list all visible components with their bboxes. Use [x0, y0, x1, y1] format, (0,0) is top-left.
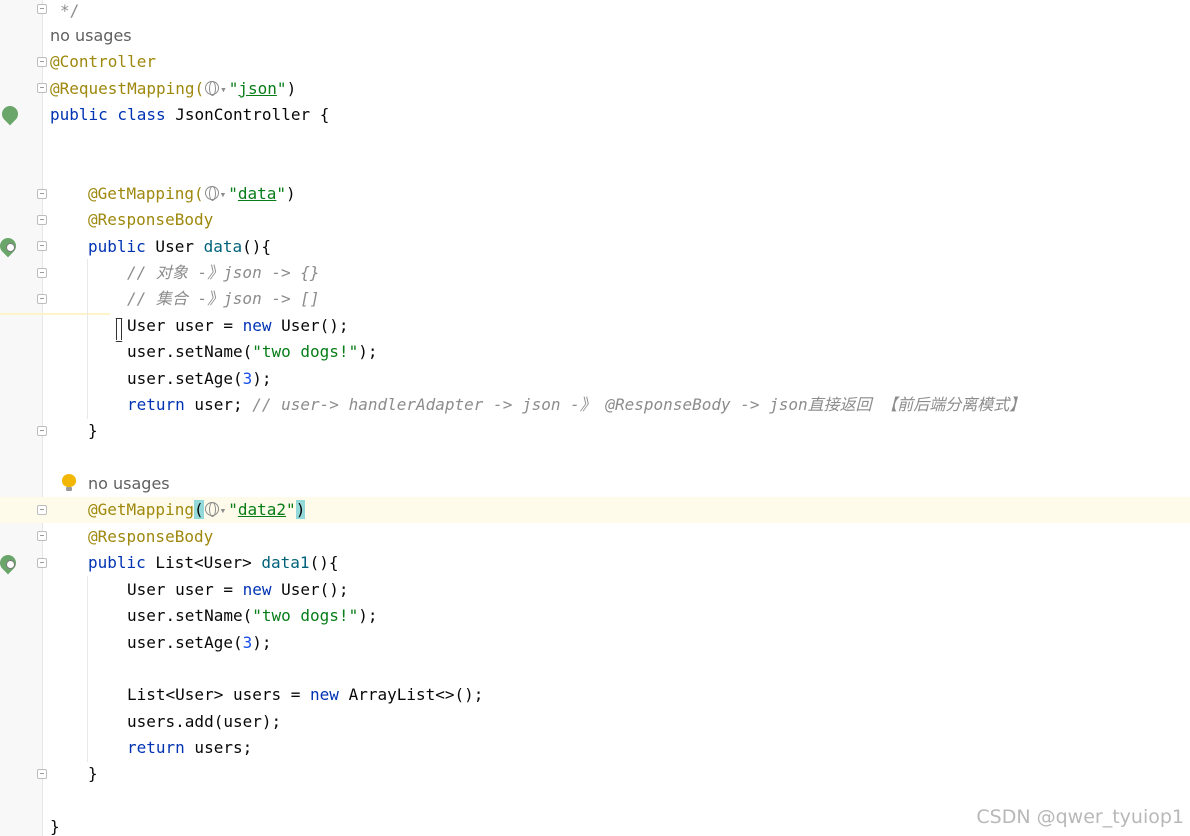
code-statement: User user = new User();	[127, 580, 349, 599]
code-line: @GetMapping(▾ "data2")	[0, 497, 1190, 523]
code-line: }	[0, 418, 1190, 444]
get-mapping-line: @GetMapping(▾ "data")	[88, 183, 296, 206]
closing-brace: }	[88, 764, 98, 783]
get-mapping-path[interactable]: data	[238, 184, 277, 203]
globe-icon[interactable]	[204, 502, 219, 517]
request-mapping-path[interactable]: json	[238, 79, 277, 98]
chevron-down-icon[interactable]: ▾	[220, 79, 227, 101]
get-mapping-path[interactable]: data2	[238, 500, 286, 519]
code-line: no usages	[0, 23, 1190, 49]
chevron-down-icon[interactable]: ▾	[220, 500, 227, 522]
code-line: // 集合 -》json -> []	[0, 286, 1190, 312]
annotation-response-body: @ResponseBody	[88, 527, 214, 546]
code-statement: User user = new User();	[127, 316, 349, 335]
code-line: User user = new User();	[0, 313, 1190, 339]
code-comment: // 集合 -》json -> []	[127, 289, 320, 308]
code-line: @Controller	[0, 49, 1190, 75]
chevron-down-icon[interactable]: ▾	[220, 184, 227, 206]
code-statement: users.add(user);	[127, 712, 282, 731]
code-line: @RequestMapping(▾ "json")	[0, 76, 1190, 102]
code-line: return user; // user-> handlerAdapter ->…	[0, 392, 1190, 418]
code-line: */	[0, 0, 1190, 24]
annotation-request-mapping: @RequestMapping(	[50, 79, 205, 98]
code-statement: user.setName("two dogs!");	[127, 342, 378, 361]
method-signature: public List<User> data1(){	[88, 553, 339, 572]
code-line: @GetMapping(▾ "data")	[0, 181, 1190, 207]
code-statement: user.setName("two dogs!");	[127, 606, 378, 625]
method-signature: public User data(){	[88, 237, 272, 256]
request-mapping-line: @RequestMapping(▾ "json")	[50, 78, 296, 101]
code-statement: user.setAge(3);	[127, 633, 272, 652]
code-line: return users;	[0, 735, 1190, 761]
code-line: @ResponseBody	[0, 207, 1190, 233]
code-line: user.setAge(3);	[0, 366, 1190, 392]
code-line: user.setAge(3);	[0, 630, 1190, 656]
code-statement: user.setAge(3);	[127, 369, 272, 388]
code-line: public User data(){	[0, 234, 1190, 260]
code-statement: List<User> users = new ArrayList<>();	[127, 685, 484, 704]
class-declaration: public class JsonController {	[50, 105, 330, 124]
code-line: }	[0, 761, 1190, 787]
code-line: no usages	[0, 471, 1190, 497]
closing-brace: }	[88, 421, 98, 440]
code-line: users.add(user);	[0, 709, 1190, 735]
globe-icon[interactable]	[204, 186, 219, 201]
usages-hint[interactable]: no usages	[88, 473, 170, 495]
class-closing-brace: }	[50, 817, 60, 836]
comment-end: */	[60, 1, 80, 20]
watermark: CSDN @qwer_tyuiop1	[976, 806, 1184, 828]
annotation-controller: @Controller	[50, 52, 156, 71]
code-statement: return user; // user-> handlerAdapter ->…	[127, 395, 1026, 414]
code-line: user.setName("two dogs!");	[0, 603, 1190, 629]
code-line: @ResponseBody	[0, 524, 1190, 550]
globe-icon[interactable]	[205, 81, 220, 96]
code-editor[interactable]: */ no usages @Controller @RequestMapping…	[0, 0, 1190, 836]
get-mapping-line: @GetMapping(▾ "data2")	[88, 499, 306, 522]
usages-hint[interactable]: no usages	[50, 25, 132, 47]
code-line: public class JsonController {	[0, 102, 1190, 128]
code-statement: return users;	[127, 738, 253, 757]
annotation-response-body: @ResponseBody	[88, 210, 214, 229]
code-comment: // 对象 -》json -> {}	[127, 263, 320, 282]
code-line: // 对象 -》json -> {}	[0, 260, 1190, 286]
code-line: public List<User> data1(){	[0, 550, 1190, 576]
code-line: user.setName("two dogs!");	[0, 339, 1190, 365]
code-line: User user = new User();	[0, 577, 1190, 603]
code-line: List<User> users = new ArrayList<>();	[0, 682, 1190, 708]
